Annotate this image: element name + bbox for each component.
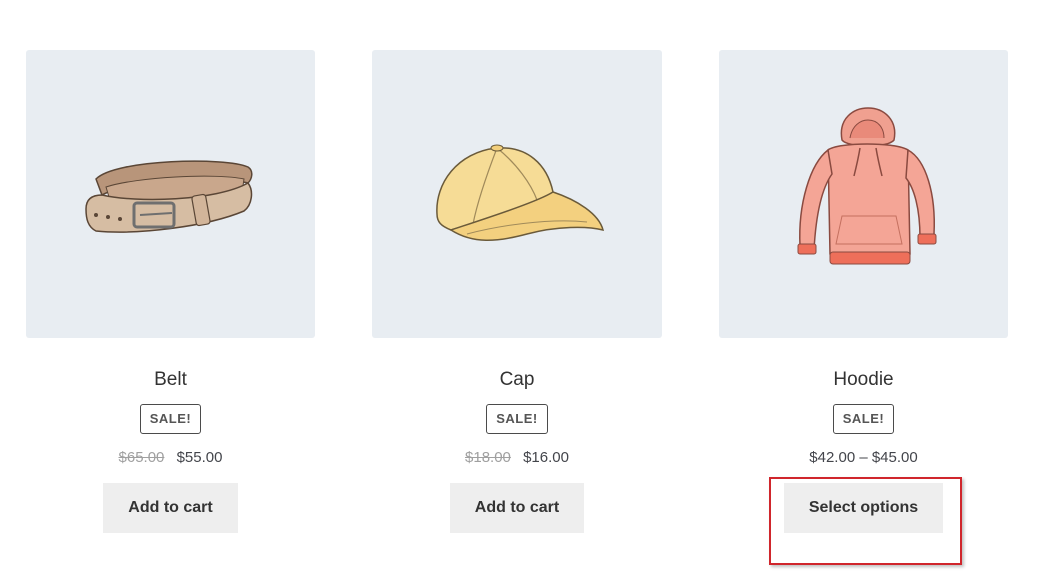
product-price: $18.00 $16.00 xyxy=(372,449,662,467)
product-price-range: $42.00 – $45.00 xyxy=(809,449,918,466)
product-image-belt[interactable] xyxy=(26,50,315,338)
product-price: $65.00 $55.00 xyxy=(26,449,315,467)
belt-icon xyxy=(84,160,252,233)
sale-badge: SALE! xyxy=(832,404,895,434)
sale-badge: SALE! xyxy=(139,404,202,434)
product-title[interactable]: Cap xyxy=(372,370,662,390)
product-grid: Belt SALE! $65.00 $55.00 Add to cart Cap… xyxy=(0,0,1040,586)
hoodie-icon xyxy=(797,107,936,265)
add-to-cart-button[interactable]: Add to cart xyxy=(103,483,238,533)
product-title[interactable]: Hoodie xyxy=(719,370,1008,390)
product-card-cap: Cap SALE! $18.00 $16.00 Add to cart xyxy=(372,50,662,533)
cap-icon xyxy=(436,144,605,241)
sale-price: $55.00 xyxy=(176,449,223,466)
sale-badge: SALE! xyxy=(486,404,548,434)
product-title[interactable]: Belt xyxy=(26,370,315,390)
product-card-belt: Belt SALE! $65.00 $55.00 Add to cart xyxy=(26,50,315,533)
product-card-hoodie: Hoodie SALE! $42.00 – $45.00 Select opti… xyxy=(719,50,1008,533)
select-options-button[interactable]: Select options xyxy=(783,483,944,533)
add-to-cart-button[interactable]: Add to cart xyxy=(449,483,585,533)
product-image-hoodie[interactable] xyxy=(719,50,1008,338)
original-price: $65.00 xyxy=(118,449,165,466)
original-price: $18.00 xyxy=(465,449,511,466)
sale-price: $16.00 xyxy=(523,449,569,466)
product-image-cap[interactable] xyxy=(372,50,662,338)
